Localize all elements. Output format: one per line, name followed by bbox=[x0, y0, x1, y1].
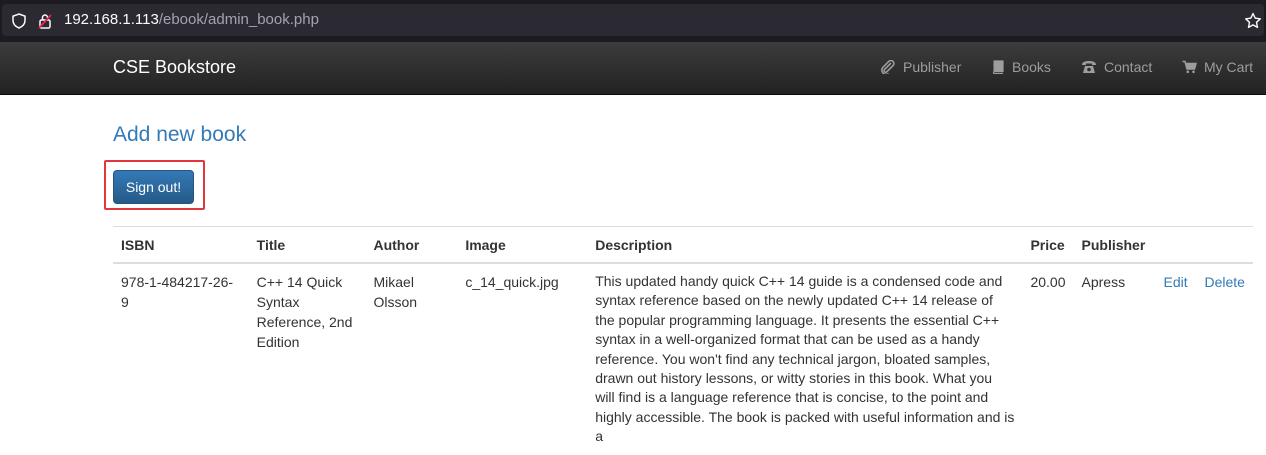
bookmark-star-icon[interactable] bbox=[1244, 12, 1262, 30]
cell-image: c_14_quick.jpg bbox=[457, 262, 588, 455]
table-row: 978-1-484217-26-9 C++ 14 Quick Syntax Re… bbox=[113, 262, 1253, 455]
cell-actions: Edit Delete bbox=[1155, 262, 1253, 455]
cell-description: This updated handy quick C++ 14 guide is… bbox=[587, 262, 1023, 455]
delete-link[interactable]: Delete bbox=[1205, 274, 1245, 290]
header-actions bbox=[1155, 226, 1253, 264]
add-new-book-link[interactable]: Add new book bbox=[113, 122, 246, 148]
header-image: Image bbox=[457, 226, 588, 264]
header-description: Description bbox=[587, 226, 1023, 264]
table-header-row: ISBN Title Author Image Description Pric… bbox=[113, 226, 1253, 264]
nav-contact[interactable]: Contact bbox=[1081, 58, 1152, 76]
paperclip-icon bbox=[881, 60, 895, 74]
nav-books-label: Books bbox=[1012, 59, 1051, 75]
nav-publisher[interactable]: Publisher bbox=[880, 58, 961, 76]
nav-publisher-label: Publisher bbox=[903, 59, 962, 75]
sign-out-button[interactable]: Sign out! bbox=[113, 170, 194, 204]
nav-books[interactable]: Books bbox=[991, 58, 1051, 76]
nav-contact-label: Contact bbox=[1104, 59, 1153, 75]
books-table: ISBN Title Author Image Description Pric… bbox=[113, 226, 1253, 455]
cell-publisher: Apress bbox=[1073, 262, 1156, 455]
cell-isbn: 978-1-484217-26-9 bbox=[113, 262, 249, 455]
browser-toolbar: 192.168.1.113/ebook/admin_book.php bbox=[0, 0, 1266, 42]
shield-icon[interactable] bbox=[12, 13, 26, 29]
cart-icon bbox=[1182, 60, 1197, 74]
cell-author: Mikael Olsson bbox=[365, 262, 458, 455]
site-navbar: CSE Bookstore Publisher Books Contact My… bbox=[0, 42, 1266, 95]
nav-cart-label: My Cart bbox=[1204, 59, 1253, 75]
address-bar[interactable]: 192.168.1.113/ebook/admin_book.php bbox=[2, 4, 1264, 36]
header-title: Title bbox=[248, 226, 366, 264]
edit-link[interactable]: Edit bbox=[1163, 274, 1187, 290]
url-host: 192.168.1.113 bbox=[64, 11, 159, 28]
insecure-lock-icon[interactable] bbox=[38, 13, 52, 29]
header-price: Price bbox=[1022, 226, 1074, 264]
brand-link[interactable]: CSE Bookstore bbox=[113, 57, 236, 77]
header-isbn: ISBN bbox=[113, 226, 249, 264]
header-publisher: Publisher bbox=[1073, 226, 1156, 264]
cell-price: 20.00 bbox=[1022, 262, 1074, 455]
url-path: /ebook/admin_book.php bbox=[158, 11, 319, 28]
phone-icon bbox=[1082, 61, 1096, 73]
book-icon bbox=[992, 60, 1004, 74]
cell-title: C++ 14 Quick Syntax Reference, 2nd Editi… bbox=[248, 262, 366, 455]
nav-cart[interactable]: My Cart bbox=[1182, 58, 1253, 76]
url-text[interactable]: 192.168.1.113/ebook/admin_book.php bbox=[64, 11, 319, 29]
header-author: Author bbox=[365, 226, 458, 264]
